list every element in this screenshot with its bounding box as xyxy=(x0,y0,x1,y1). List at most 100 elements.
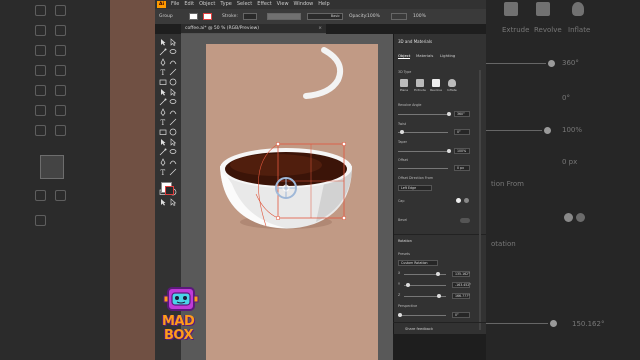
z-knob[interactable] xyxy=(437,294,441,298)
share-feedback-link[interactable]: Share feedback xyxy=(393,322,486,334)
ellipse-tool-icon[interactable] xyxy=(169,78,177,86)
menu-item-file[interactable]: File xyxy=(171,0,179,9)
x-field[interactable]: 135.162° xyxy=(452,271,470,277)
scale-tool-icon[interactable] xyxy=(169,108,177,116)
stroke-color-swatch[interactable] xyxy=(165,186,174,195)
revolve-button[interactable]: Revolve xyxy=(430,79,442,93)
x-knob[interactable] xyxy=(436,272,440,276)
mesh-tool-icon[interactable] xyxy=(169,138,177,146)
shape-builder-icon[interactable] xyxy=(169,128,177,136)
revolve-angle-field[interactable]: 360° xyxy=(454,111,470,117)
robot-mascot-icon xyxy=(163,287,199,311)
symbol-sprayer-icon[interactable] xyxy=(169,158,177,166)
zoom-percent[interactable]: 100% xyxy=(413,13,426,20)
artboard-tool-icon[interactable] xyxy=(169,168,177,176)
lasso-icon[interactable] xyxy=(169,48,177,56)
artboard[interactable] xyxy=(206,44,378,360)
perspective-field[interactable]: 0° xyxy=(452,312,470,318)
taper-slider[interactable] xyxy=(398,151,448,152)
revolve-angle-knob[interactable] xyxy=(447,112,451,116)
bg-value: 0 px xyxy=(562,158,578,166)
shaper-icon[interactable] xyxy=(159,98,167,106)
plane-icon xyxy=(400,79,408,87)
bg-slider xyxy=(486,323,548,324)
eraser-icon[interactable] xyxy=(169,98,177,106)
close-icon[interactable]: × xyxy=(318,24,322,34)
tab-object[interactable]: Object xyxy=(398,53,411,59)
tab-materials[interactable]: Materials xyxy=(416,53,433,58)
menu-item-type[interactable]: Type xyxy=(220,0,231,9)
panel-scrollbar[interactable] xyxy=(479,70,481,330)
edit-toolbar-icon[interactable] xyxy=(169,198,177,206)
menu-item-help[interactable]: Help xyxy=(318,0,329,9)
rotate-tool-icon[interactable] xyxy=(159,108,167,116)
bg-tool-icon xyxy=(55,5,66,16)
bg-tool-icon xyxy=(55,125,66,136)
pencil-icon[interactable] xyxy=(169,88,177,96)
stroke-weight-field[interactable] xyxy=(243,13,257,20)
width-tool-icon[interactable]: T xyxy=(159,118,167,126)
menu-item-effect[interactable]: Effect xyxy=(257,0,271,9)
type-tool-icon[interactable]: T xyxy=(159,68,167,76)
warp-tool-icon[interactable] xyxy=(169,118,177,126)
stroke-swatch[interactable] xyxy=(203,13,212,20)
offset-field[interactable]: 0 px xyxy=(454,165,470,171)
menu-item-object[interactable]: Object xyxy=(199,0,215,9)
bg-tool-icon xyxy=(35,65,46,76)
offset-direction-select[interactable]: Left Edge xyxy=(398,185,432,191)
cap-off-icon[interactable] xyxy=(464,198,469,203)
offset-slider[interactable] xyxy=(398,168,448,169)
tab-lighting[interactable]: Lighting xyxy=(440,53,455,58)
paintbrush-icon[interactable] xyxy=(159,88,167,96)
menu-item-select[interactable]: Select xyxy=(237,0,252,9)
taper-field[interactable]: 100% xyxy=(454,148,470,154)
menu-item-edit[interactable]: Edit xyxy=(184,0,194,9)
blend-tool-icon[interactable] xyxy=(159,158,167,166)
direct-selection-tool-icon[interactable] xyxy=(169,38,177,46)
column-graph-icon[interactable]: T xyxy=(159,168,167,176)
3d-type-label: 3D Type xyxy=(398,70,412,74)
opacity-value[interactable]: 100% xyxy=(367,13,380,20)
curvature-tool-icon[interactable] xyxy=(169,58,177,66)
z-field[interactable]: 166.777° xyxy=(452,293,470,299)
menu-item-window[interactable]: Window xyxy=(294,0,314,9)
variable-width-profile[interactable] xyxy=(267,13,301,20)
gradient-tool-icon[interactable] xyxy=(159,148,167,156)
brush-definition[interactable]: Basic xyxy=(307,13,343,20)
revolve-angle-slider[interactable] xyxy=(398,114,448,115)
twist-knob[interactable] xyxy=(400,130,404,134)
perspective-slider[interactable] xyxy=(398,315,446,316)
bevel-toggle[interactable] xyxy=(460,218,470,223)
line-tool-icon[interactable] xyxy=(169,68,177,76)
presets-select[interactable]: Custom Rotation xyxy=(398,260,438,266)
bg-color-swatch xyxy=(40,155,64,179)
magic-wand-icon[interactable] xyxy=(159,48,167,56)
selection-tool-icon[interactable] xyxy=(159,38,167,46)
pen-tool-icon[interactable] xyxy=(159,58,167,66)
perspective-knob[interactable] xyxy=(398,313,402,317)
eyedropper-icon[interactable] xyxy=(169,148,177,156)
inflate-button[interactable]: Inflate xyxy=(446,79,458,93)
perspective-grid-icon[interactable] xyxy=(159,138,167,146)
bg-type-label: Extrude xyxy=(502,26,530,34)
extrude-button[interactable]: Extrude xyxy=(414,79,426,93)
y-field[interactable]: -163.452° xyxy=(452,282,471,288)
rectangle-tool-icon[interactable] xyxy=(159,78,167,86)
canvas-area[interactable] xyxy=(181,34,393,360)
zoom-tool-icon[interactable] xyxy=(159,198,167,206)
document-tab[interactable]: coffee.ai* @ 50 % (RGB/Preview) × xyxy=(181,24,326,34)
logo-text-mad: MAD xyxy=(162,314,195,329)
fill-swatch[interactable] xyxy=(189,13,198,20)
free-transform-icon[interactable] xyxy=(159,128,167,136)
style-swatch[interactable] xyxy=(391,13,407,20)
menu-item-view[interactable]: View xyxy=(277,0,289,9)
brush-style-label: Basic xyxy=(330,14,340,18)
twist-field[interactable]: 0° xyxy=(454,129,470,135)
cap-on-icon[interactable] xyxy=(456,198,461,203)
twist-slider[interactable] xyxy=(398,132,448,133)
plane-button[interactable]: Plane xyxy=(398,79,410,93)
y-slider[interactable] xyxy=(404,285,446,286)
taper-knob[interactable] xyxy=(447,149,451,153)
y-knob[interactable] xyxy=(406,283,410,287)
x-label: X xyxy=(398,271,401,275)
